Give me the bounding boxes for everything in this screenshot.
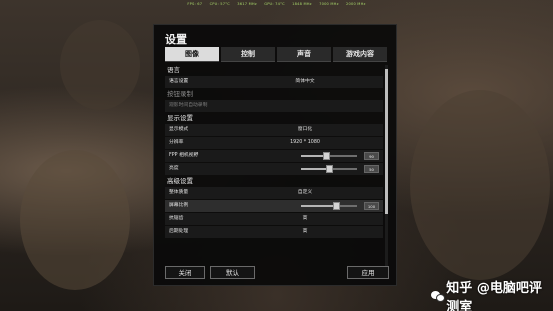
tab-audio[interactable]: 声音	[277, 47, 331, 62]
screen-scale-slider[interactable]	[301, 202, 357, 210]
apply-button[interactable]: 应用	[347, 266, 389, 279]
tab-gameplay[interactable]: 游戏内容	[333, 47, 387, 62]
slider-knob[interactable]	[323, 152, 331, 160]
section-display: 显示设置	[167, 114, 193, 122]
row-post-processing[interactable]: 后期处理 高	[165, 226, 383, 238]
settings-dialog: 设置 图像 控制 声音 游戏内容 语言 语言设置 简体中文 按钮录制 观影时间自…	[153, 24, 397, 286]
row-screen-scale[interactable]: 屏幕比例 100	[165, 200, 383, 212]
chat-bubbles-icon	[431, 290, 445, 302]
close-button[interactable]: 关闭	[165, 266, 205, 279]
game-background: FPS: 67 CPU: 57°C 3617 MHz GPU: 74°C 184…	[0, 0, 553, 311]
row-label: 分辨率	[169, 140, 184, 145]
row-display-mode[interactable]: 显示模式 窗口化	[165, 124, 383, 136]
performance-overlay: FPS: 67 CPU: 57°C 3617 MHz GPU: 74°C 184…	[0, 0, 553, 8]
slider-fill	[301, 205, 336, 207]
row-label: 整体质量	[169, 190, 189, 195]
post-processing-dropdown[interactable]: 高	[275, 226, 335, 238]
section-language: 语言	[167, 66, 180, 74]
gpu-temp-readout: GPU: 74°C	[264, 2, 285, 6]
slider-knob[interactable]	[326, 165, 333, 173]
display-mode-dropdown[interactable]: 窗口化	[275, 124, 335, 136]
tab-controls[interactable]: 控制	[221, 47, 275, 62]
settings-scrollbar[interactable]	[385, 65, 388, 270]
row-label: 语言设置	[169, 79, 189, 84]
row-label: 后期处理	[169, 229, 189, 234]
cpu-clock-readout: 3617 MHz	[237, 2, 257, 6]
anti-aliasing-dropdown[interactable]: 高	[275, 213, 335, 225]
row-brightness[interactable]: 亮度 50	[165, 163, 383, 175]
row-label: 观影时间自动录制	[169, 103, 208, 108]
row-label: 屏幕比例	[169, 203, 189, 208]
quality-dropdown[interactable]: 自定义	[275, 187, 335, 199]
dialog-footer: 关闭 默认 应用	[154, 262, 396, 285]
row-replay-setting[interactable]: 观影时间自动录制	[165, 100, 383, 112]
watermark: 知乎 @电脑吧评测室	[431, 277, 553, 311]
fps-readout: FPS: 67	[187, 2, 203, 6]
section-replay: 按钮录制	[167, 90, 193, 98]
dialog-title: 设置	[165, 33, 187, 46]
row-language-setting[interactable]: 语言设置 简体中文	[165, 76, 383, 88]
slider-knob[interactable]	[332, 202, 340, 210]
resolution-dropdown[interactable]: 1920 * 1080	[275, 137, 335, 149]
cpu-temp-readout: CPU: 57°C	[209, 2, 230, 6]
row-overall-quality[interactable]: 整体质量 自定义	[165, 187, 383, 199]
watermark-text: 知乎 @电脑吧评测室	[446, 281, 542, 311]
brightness-slider[interactable]	[301, 165, 357, 173]
settings-tabs: 图像 控制 声音 游戏内容	[165, 47, 387, 62]
row-fpp-fov[interactable]: FPP 相机视野 90	[165, 150, 383, 162]
language-dropdown[interactable]: 简体中文	[275, 76, 335, 88]
fov-value-box[interactable]: 90	[364, 152, 379, 160]
screen-scale-value-box[interactable]: 100	[364, 202, 379, 210]
ram-readout: 2000 MHz	[346, 2, 366, 6]
row-anti-aliasing[interactable]: 抗锯齿 高	[165, 213, 383, 225]
slider-fill	[301, 168, 329, 170]
background-rock	[60, 20, 140, 110]
background-rock	[20, 150, 130, 290]
row-label: 亮度	[169, 166, 179, 171]
scrollbar-thumb[interactable]	[385, 69, 388, 214]
background-rock	[410, 90, 550, 280]
section-advanced: 高级设置	[167, 177, 193, 185]
row-label: FPP 相机视野	[169, 153, 199, 158]
fov-slider[interactable]	[301, 152, 357, 160]
row-label: 抗锯齿	[169, 216, 184, 221]
default-button[interactable]: 默认	[210, 266, 255, 279]
row-resolution[interactable]: 分辨率 1920 * 1080	[165, 137, 383, 149]
row-label: 显示模式	[169, 127, 189, 132]
gpu-clock-readout: 1848 MHz	[292, 2, 312, 6]
tab-graphics[interactable]: 图像	[165, 47, 219, 62]
memory-clock-readout: 7000 MHz	[319, 2, 339, 6]
settings-list: 语言 语言设置 简体中文 按钮录制 观影时间自动录制 显示设置 显示模式 窗口化…	[165, 64, 383, 271]
brightness-value-box[interactable]: 50	[364, 165, 379, 173]
